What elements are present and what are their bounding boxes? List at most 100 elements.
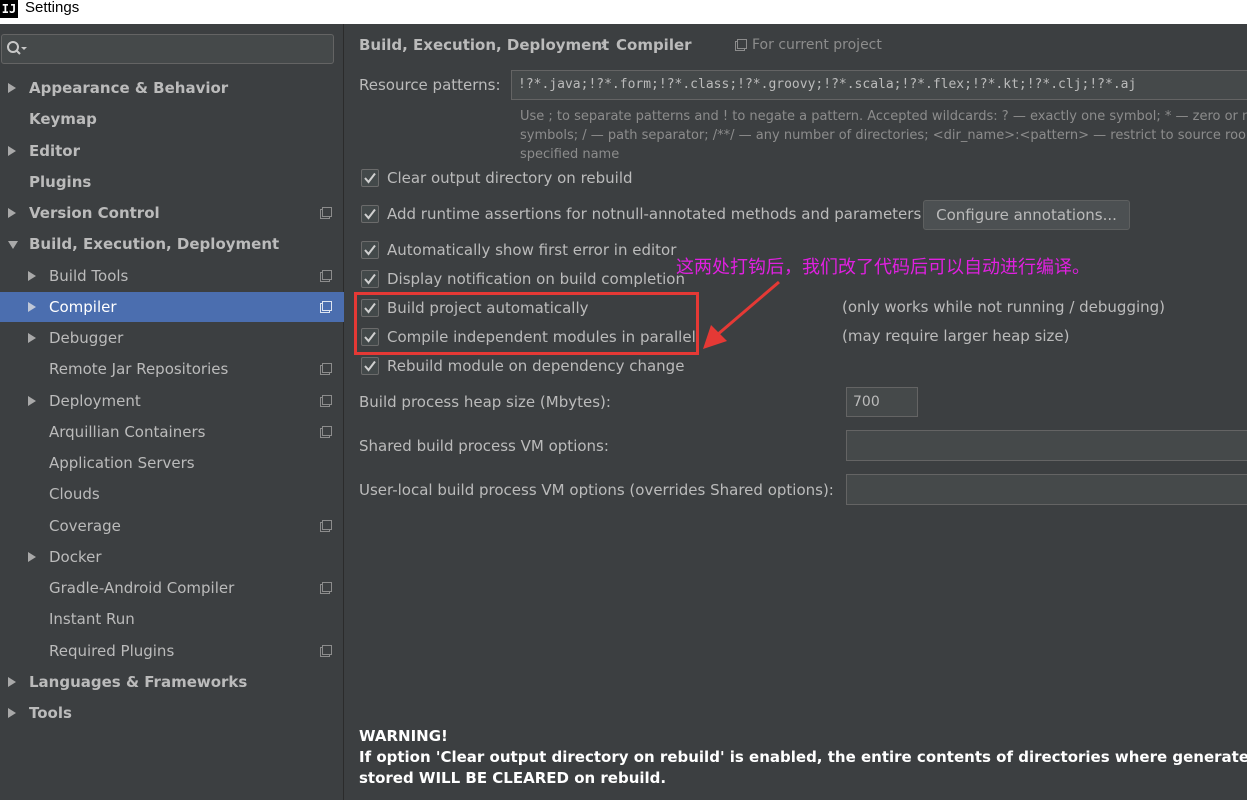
clear-output-label: Clear output directory on rebuild — [387, 169, 633, 187]
intellij-logo-icon: IJ — [0, 0, 18, 18]
breadcrumb-parent: Build, Execution, Deployment — [359, 36, 610, 54]
rebuild-on-dependency-checkbox[interactable] — [361, 357, 379, 375]
sidebar-item-debugger[interactable]: Debugger — [0, 323, 344, 353]
clear-output-checkbox[interactable] — [361, 169, 379, 187]
sidebar-item-gradle-android-compiler[interactable]: Gradle-Android Compiler — [0, 573, 344, 603]
sidebar-item-languages-frameworks[interactable]: Languages & Frameworks — [0, 667, 344, 697]
build-automatically-note: (only works while not running / debuggin… — [842, 298, 1166, 316]
resource-patterns-label: Resource patterns: — [359, 76, 501, 94]
user-vm-options-label: User-local build process VM options (ove… — [359, 481, 834, 499]
sidebar-item-label: Docker — [49, 547, 102, 566]
annotation-text: 这两处打钩后，我们改了代码后可以自动进行编译。 — [676, 257, 1090, 278]
expand-right-icon[interactable] — [8, 83, 16, 93]
sidebar-item-label: Application Servers — [49, 454, 195, 472]
expand-right-icon[interactable] — [8, 708, 16, 718]
show-first-error-checkbox-row[interactable]: Automatically show first error in editor — [361, 240, 691, 262]
project-scope-icon — [735, 39, 747, 51]
sidebar-item-required-plugins[interactable]: Required Plugins — [0, 636, 344, 666]
sidebar-item-label: Clouds — [49, 485, 100, 504]
title-bar: IJ Settings — [0, 0, 1247, 24]
show-first-error-label: Automatically show first error in editor — [387, 241, 677, 259]
sidebar-item-label: Version Control — [29, 204, 160, 222]
expand-right-icon[interactable] — [28, 551, 36, 562]
search-icon — [7, 41, 27, 55]
runtime-assertions-label: Add runtime assertions for notnull-annot… — [387, 205, 922, 223]
sidebar-item-docker[interactable]: Docker — [0, 542, 344, 572]
expand-right-icon[interactable] — [28, 395, 36, 406]
sidebar-item-arquillian-containers[interactable]: Arquillian Containers — [0, 417, 344, 447]
sidebar-item-label: Editor — [29, 141, 80, 160]
settings-sidebar: Appearance & Behavior Keymap Editor Plugins… — [0, 24, 344, 800]
sidebar-item-label: Instant Run — [49, 610, 135, 629]
settings-search-input[interactable] — [1, 34, 334, 64]
project-scope-icon — [320, 207, 332, 219]
display-notification-checkbox[interactable] — [361, 270, 379, 288]
heap-size-input[interactable]: 700 — [846, 387, 918, 417]
annotation-highlight-box — [354, 292, 699, 355]
compile-parallel-note: (may require larger heap size) — [842, 327, 1070, 345]
project-scope-icon — [320, 394, 332, 407]
shared-vm-options-input[interactable] — [846, 430, 1247, 461]
sidebar-item-version-control[interactable]: Version Control — [0, 198, 344, 228]
sidebar-item-label: Languages & Frameworks — [29, 672, 248, 691]
sidebar-item-label: Required Plugins — [49, 641, 175, 660]
show-first-error-checkbox[interactable] — [361, 241, 379, 259]
sidebar-item-instant-run[interactable]: Instant Run — [0, 604, 344, 634]
clear-output-checkbox-row[interactable]: Clear output directory on rebuild — [361, 168, 761, 190]
sidebar-item-label: Plugins — [29, 172, 92, 191]
project-scope-icon — [320, 644, 332, 657]
sidebar-item-coverage[interactable]: Coverage — [0, 511, 344, 541]
sidebar-item-clouds[interactable]: Clouds — [0, 479, 344, 509]
sidebar-item-label: Coverage — [49, 516, 121, 535]
resource-patterns-help: Use ; to separate patterns and ! to nega… — [520, 109, 1247, 162]
resource-patterns-input[interactable]: !?*.java;!?*.form;!?*.class;!?*.groovy;!… — [511, 70, 1247, 100]
scope-label: For current project — [752, 37, 882, 53]
project-scope-icon — [320, 300, 332, 313]
sidebar-item-compiler[interactable]: Compiler — [0, 291, 344, 322]
sidebar-item-label: Arquillian Containers — [49, 422, 206, 441]
sidebar-item-build-tools[interactable]: Build Tools — [0, 261, 344, 291]
expand-right-icon[interactable] — [8, 676, 16, 687]
sidebar-item-application-servers[interactable]: Application Servers — [0, 448, 344, 478]
sidebar-item-plugins[interactable]: Plugins — [0, 167, 344, 197]
breadcrumb-current: Compiler — [616, 36, 692, 54]
sidebar-item-label: Remote Jar Repositories — [49, 360, 229, 379]
project-scope-icon — [320, 582, 332, 594]
project-scope-icon — [320, 269, 332, 282]
sidebar-item-label: Build Tools — [49, 266, 129, 285]
annotation-arrow-icon — [703, 280, 780, 349]
sidebar-item-label: Build, Execution, Deployment — [29, 235, 280, 254]
expand-right-icon[interactable] — [8, 145, 16, 156]
sidebar-item-label: Keymap — [29, 110, 97, 129]
sidebar-item-label: Debugger — [49, 329, 124, 347]
runtime-assertions-checkbox[interactable] — [361, 205, 379, 223]
sidebar-item-label: Tools — [29, 704, 72, 722]
sidebar-item-label: Appearance & Behavior — [29, 79, 229, 97]
runtime-assertions-checkbox-row[interactable]: Add runtime assertions for notnull-annot… — [361, 204, 921, 226]
user-vm-options-input[interactable] — [846, 474, 1247, 505]
sidebar-item-editor[interactable]: Editor — [0, 136, 344, 166]
sidebar-item-appearance-behavior[interactable]: Appearance & Behavior — [0, 73, 344, 103]
sidebar-item-tools[interactable]: Tools — [0, 698, 344, 728]
sidebar-item-deployment[interactable]: Deployment — [0, 386, 344, 416]
display-notification-checkbox-row[interactable]: Display notification on build completion — [361, 269, 691, 291]
expand-down-icon[interactable] — [8, 241, 18, 250]
expand-right-icon[interactable] — [28, 333, 36, 343]
sidebar-item-label: Gradle-Android Compiler — [49, 579, 235, 597]
expand-right-icon[interactable] — [28, 270, 36, 281]
compiler-settings-pane: Build, Execution, Deployment › Compiler … — [345, 24, 1247, 800]
project-scope-icon — [320, 363, 332, 376]
sidebar-item-build-execution-deployment[interactable]: Build, Execution, Deployment — [0, 229, 344, 259]
sidebar-item-remote-jar-repositories[interactable]: Remote Jar Repositories — [0, 354, 344, 384]
expand-right-icon[interactable] — [8, 208, 16, 218]
configure-annotations-button[interactable]: Configure annotations... — [923, 200, 1130, 230]
rebuild-on-dependency-label: Rebuild module on dependency change — [387, 357, 685, 375]
rebuild-on-dependency-checkbox-row[interactable]: Rebuild module on dependency change — [361, 356, 691, 378]
expand-right-icon[interactable] — [28, 301, 36, 312]
project-scope-icon — [320, 425, 332, 438]
display-notification-label: Display notification on build completion — [387, 270, 685, 288]
project-scope-icon — [320, 519, 332, 532]
sidebar-item-keymap[interactable]: Keymap — [0, 104, 344, 134]
window-title: Settings — [25, 0, 80, 16]
breadcrumb-separator: › — [600, 36, 606, 54]
